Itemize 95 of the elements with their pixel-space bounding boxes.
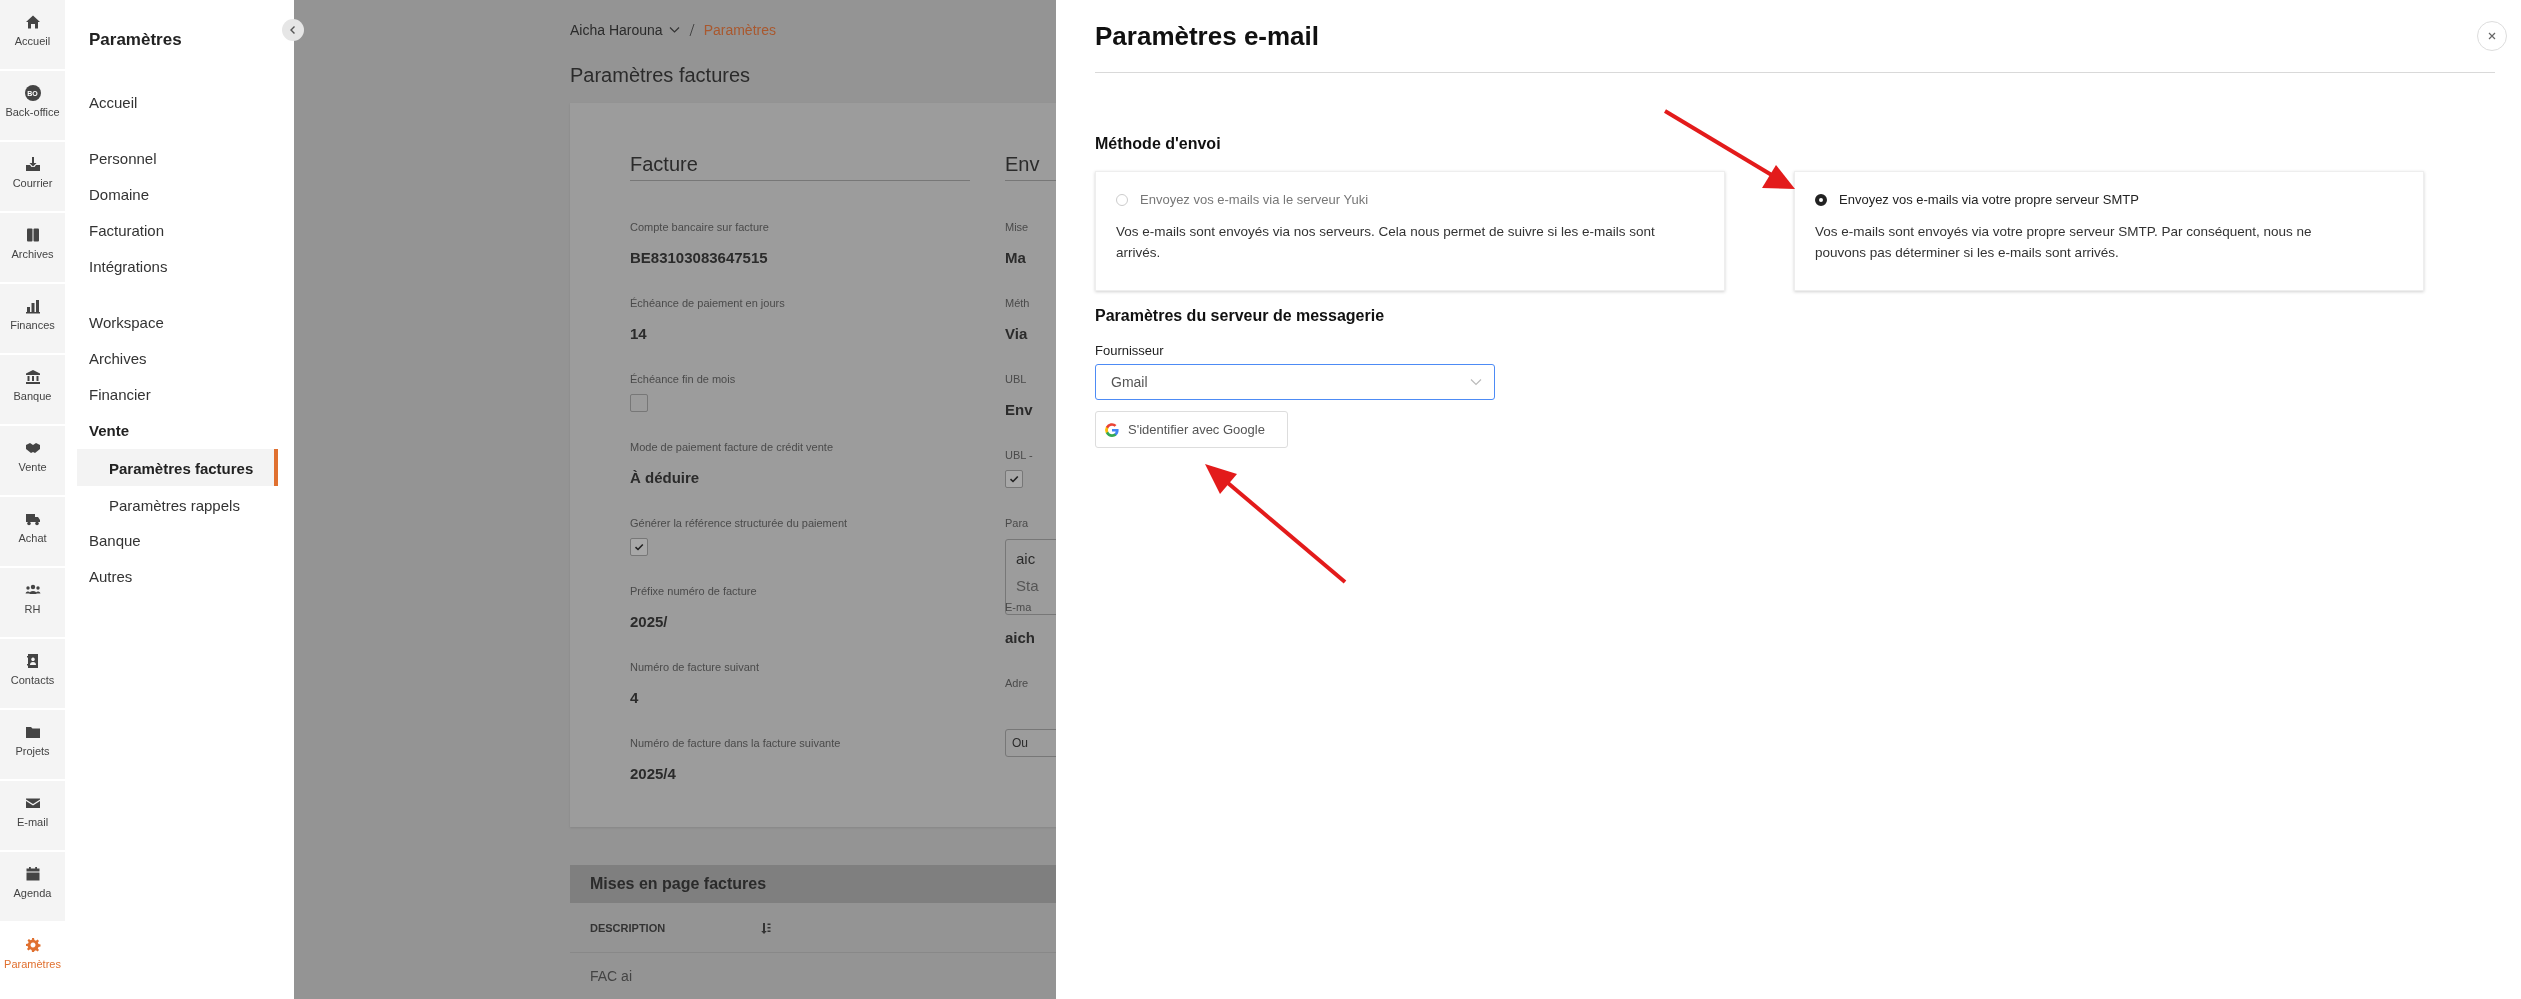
field-label: UBL -: [1005, 449, 1034, 461]
sidebar-subitem[interactable]: Paramètres rappels: [77, 486, 278, 523]
field-value: 14: [630, 325, 647, 342]
radio-option[interactable]: Envoyez vos e-mails via votre propre serveur SMTP: [1815, 192, 2139, 207]
binders-icon: [24, 227, 41, 243]
field-label: Mode de paiement facture de crédit vente: [630, 441, 834, 453]
folder-icon: [24, 724, 41, 740]
field-label: Générer la référence structurée du paiement: [630, 517, 849, 529]
checkbox[interactable]: [1005, 470, 1023, 488]
option-button[interactable]: Ou: [1005, 729, 1056, 757]
sidebar-item[interactable]: Domaine: [65, 177, 294, 213]
option-description: Vos e-mails sont envoyés via votre propre serveur SMTP. Par conséquent, nous ne pouvons pas déterminer si les e-mails sont arrivés.: [1815, 223, 2313, 262]
bank-icon: [24, 369, 41, 385]
rail-nav-item[interactable]: Agenda: [0, 852, 65, 921]
radio-option[interactable]: Envoyez vos e-mails via le serveur Yuki: [1116, 192, 1369, 207]
field-label: Méth: [1005, 297, 1031, 309]
radio-icon[interactable]: [1815, 193, 1827, 206]
option-description: Vos e-mails sont envoyés via nos serveurs. Cela nous permet de suivre si les e-mails sont arrivés.: [1116, 223, 1656, 262]
chevron-left-icon: [288, 25, 298, 35]
sidebar-item[interactable]: Archives: [65, 341, 294, 377]
sidebar-item[interactable]: Vente: [65, 413, 294, 449]
sidebar-item[interactable]: Accueil: [65, 85, 294, 121]
field-label: Échéance de paiement en jours: [630, 297, 786, 309]
sidebar-item[interactable]: Autres: [65, 559, 294, 595]
section-title: Méthode d'envoi: [1095, 135, 1222, 153]
bar-chart-icon: [24, 298, 41, 314]
rail-nav-item[interactable]: Contacts: [0, 639, 65, 708]
chevron-down-icon: [668, 26, 680, 34]
field-label: Préfixe numéro de facture: [630, 585, 758, 597]
rail-nav-item[interactable]: Archives: [0, 213, 65, 282]
field-value: Env: [1005, 401, 1033, 418]
field-value: Via: [1005, 325, 1028, 342]
checkmark-icon: [1009, 474, 1019, 484]
sidebar-item[interactable]: Intégrations: [65, 249, 294, 285]
field-label: Mise: [1005, 221, 1030, 233]
sidebar-title: Paramètres: [89, 30, 183, 50]
rail-nav-item[interactable]: Banque: [0, 355, 65, 424]
provider-dropdown[interactable]: Gmail: [1095, 364, 1495, 400]
field-label: Numéro de facture dans la facture suivante: [630, 737, 842, 749]
calendar-icon: [24, 866, 41, 882]
field-value: BE83103083647515: [630, 249, 768, 266]
field-value: 2025/: [630, 613, 668, 630]
contact-book-icon: [24, 653, 41, 669]
option-card[interactable]: Envoyez vos e-mails via votre propre serveur SMTP Vos e-mails sont envoyés via votre propre serveur SMTP. Par conséquent, nous ne pouvons pas déterminer si les e-mails sont arrivés.: [1794, 171, 2424, 291]
gear-icon: [24, 937, 41, 953]
inbox-tray-icon: [24, 156, 41, 172]
home-icon: [24, 14, 41, 30]
field-value: aich: [1005, 629, 1035, 646]
sidebar-item[interactable]: Banque: [65, 523, 294, 559]
collapse-button[interactable]: [282, 19, 304, 41]
rail-nav-item[interactable]: RH: [0, 568, 65, 637]
field-value: Ma: [1005, 249, 1026, 266]
rail-nav-item[interactable]: Courrier: [0, 142, 65, 211]
section-title: Paramètres du serveur de messagerie: [1095, 307, 1386, 325]
column-header[interactable]: DESCRIPTION: [590, 921, 760, 934]
field-label: Fournisseur: [1095, 343, 1165, 358]
field-label: Para: [1005, 517, 1030, 529]
drawer-title: Paramètres e-mail: [1095, 20, 1320, 52]
table-title-bar: Mises en page factures: [570, 865, 1056, 903]
rail-nav-item[interactable]: Projets: [0, 710, 65, 779]
field-label: Compte bancaire sur facture: [630, 221, 770, 233]
table-cell: FAC ai: [590, 968, 632, 984]
rail-nav-item[interactable]: Accueil: [0, 0, 65, 69]
field-label: Adre: [1005, 677, 1030, 689]
checkmark-icon: [634, 542, 644, 552]
field-value: 4: [630, 689, 639, 706]
field-label: Numéro de facture suivant: [630, 661, 760, 673]
sort-icon[interactable]: [760, 921, 772, 934]
sidebar-item[interactable]: Workspace: [65, 305, 294, 341]
breadcrumb-current: Paramètres: [703, 22, 776, 38]
google-sign-in-button[interactable]: S'identifier avec Google: [1095, 411, 1288, 448]
rail-nav-item[interactable]: Finances: [0, 284, 65, 353]
field-label: UBL: [1005, 373, 1028, 385]
page-title: Paramètres factures: [570, 64, 752, 88]
account-switcher[interactable]: Aicha Harouna: [570, 22, 680, 38]
rail-nav-item[interactable]: E-mail: [0, 781, 65, 850]
field-label: Échéance fin de mois: [630, 373, 737, 385]
checkbox[interactable]: [630, 394, 648, 412]
field-value: 2025/4: [630, 765, 676, 782]
option-card[interactable]: Envoyez vos e-mails via le serveur Yuki Vos e-mails sont envoyés via nos serveurs. Cela nous permet de suivre si les e-mails sont arrivés.: [1095, 171, 1725, 291]
sidebar-item[interactable]: Financier: [65, 377, 294, 413]
chevron-down-icon: [1470, 378, 1482, 386]
sidebar-subitem[interactable]: Paramètres factures: [77, 449, 278, 486]
rail-nav-item[interactable]: Vente: [0, 426, 65, 495]
truck-icon: [24, 511, 41, 527]
sidebar-item[interactable]: Personnel: [65, 141, 294, 177]
rail-nav-item[interactable]: Achat: [0, 497, 65, 566]
section-heading: Facture: [630, 153, 970, 181]
field-label: E-ma: [1005, 601, 1033, 613]
g-logo-icon: [1104, 421, 1120, 438]
sidebar-item[interactable]: Facturation: [65, 213, 294, 249]
field-value: À déduire: [630, 469, 700, 486]
close-icon: [2487, 31, 2497, 41]
checkbox[interactable]: [630, 538, 648, 556]
slash-separator-icon: [687, 23, 696, 37]
